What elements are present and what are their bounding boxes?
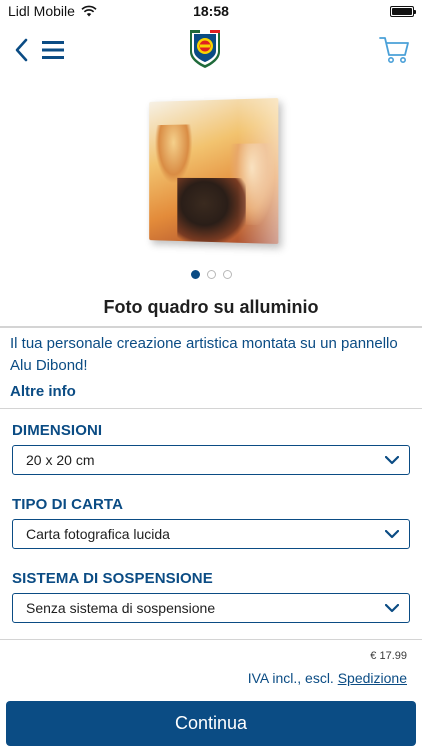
carousel-pagination: [0, 270, 422, 279]
suspension-select[interactable]: Senza sistema di sospensione: [12, 593, 410, 623]
paper-type-select[interactable]: Carta fotografica lucida: [12, 519, 410, 549]
cart-icon[interactable]: [378, 34, 412, 66]
vat-info: IVA incl., escl. Spedizione: [248, 670, 407, 686]
chevron-down-icon: [385, 603, 399, 612]
chevron-down-icon: [385, 455, 399, 464]
chevron-down-icon: [385, 529, 399, 538]
more-info-link[interactable]: Altre info: [10, 383, 76, 400]
paper-type-value: Carta fotografica lucida: [26, 526, 170, 542]
continue-button[interactable]: Continua: [6, 701, 416, 746]
dimensions-label: DIMENSIONI: [12, 422, 103, 439]
shipping-link[interactable]: Spedizione: [338, 670, 407, 686]
suspension-option: SISTEMA DI SOSPENSIONE Senza sistema di …: [12, 570, 410, 623]
chevron-left-icon[interactable]: [10, 36, 34, 64]
dimensions-value: 20 x 20 cm: [26, 452, 95, 468]
suspension-value: Senza sistema di sospensione: [26, 600, 216, 616]
product-title: Foto quadro su alluminio: [103, 297, 319, 317]
product-image-carousel[interactable]: [0, 78, 422, 258]
carousel-dot-active[interactable]: [190, 270, 200, 279]
paper-type-option: TIPO DI CARTA Carta fotografica lucida: [12, 496, 410, 549]
status-bar: Lidl Mobile 18:58: [0, 0, 422, 22]
dimensions-option: DIMENSIONI 20 x 20 cm: [12, 422, 410, 475]
divider: [0, 639, 422, 640]
divider: [0, 326, 422, 328]
paper-type-label: TIPO DI CARTA: [12, 496, 124, 513]
battery-icon: [390, 6, 416, 17]
lidl-shield-logo: [190, 30, 220, 68]
product-description: Il tua personale creazione artistica mon…: [10, 335, 398, 374]
carousel-dot[interactable]: [222, 270, 232, 279]
dimensions-select[interactable]: 20 x 20 cm: [12, 445, 410, 475]
product-photo: [149, 97, 279, 245]
nav-bar: [0, 22, 422, 78]
status-time: 18:58: [193, 3, 229, 19]
suspension-label: SISTEMA DI SOSPENSIONE: [12, 570, 213, 587]
price-label: € 17.99: [370, 650, 407, 662]
vat-text: IVA incl., escl.: [247, 670, 334, 686]
divider: [0, 408, 422, 409]
hamburger-menu-icon[interactable]: [40, 36, 68, 64]
carousel-dot[interactable]: [206, 270, 216, 279]
